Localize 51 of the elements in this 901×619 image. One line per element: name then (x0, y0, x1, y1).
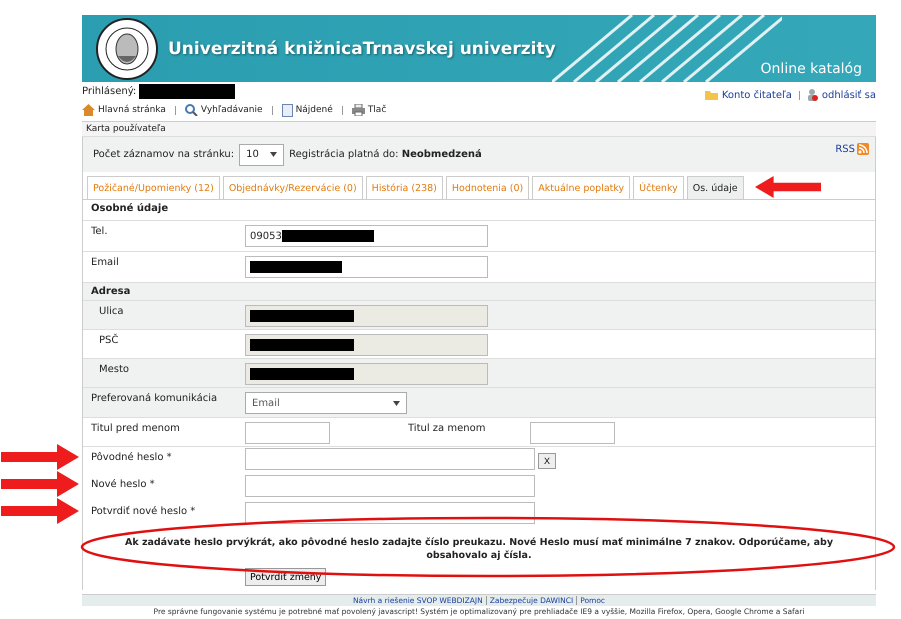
text-field[interactable]: 09053 (245, 225, 488, 247)
field-label: Email (90, 256, 120, 270)
rss-link[interactable]: RSS (835, 143, 869, 155)
field-label: Ulica (98, 305, 125, 319)
communication-select[interactable]: Email (245, 392, 407, 414)
field-label: Tel. (90, 225, 109, 239)
password-note: Ak zadávate heslo prvýkrát, ako pôvodné heslo zadajte číslo preukazu. Nové Heslo musí mať minimálne 7 znakov. Odporúčame, aby obsahovalo aj čísla. (124, 536, 834, 562)
text-field[interactable] (245, 363, 488, 385)
field-label: Pôvodné heslo * (90, 451, 173, 465)
password-field[interactable] (245, 448, 535, 470)
text-field[interactable] (245, 422, 330, 444)
dropdown-caret-icon (270, 152, 278, 157)
section-title: Karta používateľa (82, 121, 876, 137)
home-icon (82, 104, 95, 116)
folder-icon (704, 90, 718, 100)
clear-button[interactable]: X (538, 453, 556, 469)
text-field[interactable] (245, 334, 488, 356)
nav-link[interactable]: Nájdené (282, 104, 333, 116)
logout-link[interactable]: odhlásiť sa (822, 90, 876, 100)
text-field[interactable] (245, 305, 488, 327)
field-label: Preferovaná komunikácia (90, 392, 218, 406)
search-icon (184, 104, 198, 116)
registration-text: Registrácia platná do: Neobmedzená (289, 149, 482, 160)
user-icon (806, 89, 818, 101)
nav-link[interactable]: Hlavná stránka (82, 104, 166, 116)
rss-icon (857, 143, 869, 155)
logged-in-label: Prihlásený: (82, 86, 136, 96)
nav-link[interactable]: Tlač (352, 104, 386, 116)
text-field[interactable] (245, 256, 488, 278)
field-label: Titul za menom (407, 422, 486, 436)
form-heading: Osobné údaje (90, 202, 170, 216)
records-label: Počet záznamov na stránku: (93, 149, 234, 160)
catalog-subtitle: Online katalóg (760, 61, 862, 77)
nav-link[interactable]: Vyhľadávanie (184, 104, 263, 116)
tab[interactable]: Os. údaje (686, 176, 744, 199)
library-title: Univerzitná knižnicaTrnavskej univerzity (168, 38, 556, 58)
seal-logo (96, 18, 158, 80)
password-field[interactable] (245, 475, 535, 497)
field-label: Titul pred menom (90, 422, 181, 436)
field-label: PSČ (98, 332, 120, 348)
field-label: Nové heslo * (90, 478, 156, 492)
text-field[interactable] (530, 422, 615, 444)
account-link[interactable]: Konto čitateľa (722, 90, 792, 100)
printer-icon (352, 104, 365, 116)
document-icon (282, 104, 293, 116)
arrow-annotation (752, 176, 823, 198)
section-heading: Adresa (90, 285, 132, 299)
records-select[interactable]: 10 (239, 144, 284, 166)
field-label: Potvrdiť nové heslo * (90, 504, 196, 519)
dropdown-caret-icon (393, 400, 400, 406)
field-label: Mesto (98, 363, 130, 377)
